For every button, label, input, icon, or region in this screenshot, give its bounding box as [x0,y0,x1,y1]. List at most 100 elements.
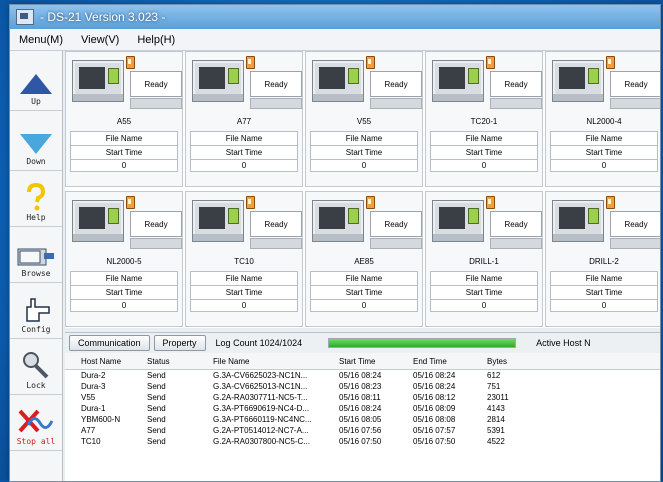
menu-menu[interactable]: Menu(M) [10,34,72,46]
host-count: 0 [310,299,418,312]
host-status: Ready [610,211,660,237]
up-button[interactable]: Up [10,51,62,111]
host-status: Ready [490,211,542,237]
host-start-time: Start Time [190,145,298,160]
log-file-name: G.3A-PT6660119-NC4NC... [213,415,312,424]
log-start-time: 05/16 08:24 [339,371,382,380]
lock-button[interactable]: Lock [10,339,62,395]
menu-view[interactable]: View(V) [72,34,128,46]
browse-button[interactable]: Browse [10,227,62,283]
log-status: Send [147,437,166,446]
host-name: A55 [116,117,132,126]
log-start-time: 05/16 08:05 [339,415,382,424]
log-host-name: Dura-1 [81,404,106,413]
machine-icon [312,200,364,242]
log-row[interactable]: Dura-2 Send G.3A-CV6625023-NC1N... 05/16 08… [65,370,660,381]
down-label: Down [26,157,46,166]
config-label: Config [21,325,51,334]
col-host-name[interactable]: Host Name [65,357,147,366]
host-tile[interactable]: Ready A55 File Name Start Time 0 [65,51,183,187]
host-name: V55 [356,117,372,126]
tab-communication[interactable]: Communication [69,335,150,351]
log-file-name: G.3A-CV6625023-NC1N... [213,371,308,380]
log-status: Send [147,404,166,413]
log-count: Log Count 1024/1024 [215,338,303,348]
help-button[interactable]: Help [10,171,62,227]
host-row: Ready NL2000-5 File Name Start Time 0 Ready TC… [65,191,660,329]
host-start-time: Start Time [430,145,538,160]
host-count: 0 [190,299,298,312]
host-file-name: File Name [550,271,658,286]
status-lamp-icon [126,56,135,69]
status-lamp-icon [606,196,615,209]
host-start-time: Start Time [310,145,418,160]
log-row[interactable]: Dura-3 Send G.3A-CV6625013-NC1N... 05/16 08… [65,381,660,392]
log-row[interactable]: Dura-1 Send G.3A-PT6690619-NC4-D... 05/16 0… [65,403,660,414]
host-tile[interactable]: Ready AE85 File Name Start Time 0 [305,191,423,327]
host-status: Ready [490,71,542,97]
folder-icon [17,248,54,266]
lock-label: Lock [26,381,46,390]
host-count: 0 [310,159,418,172]
config-button[interactable]: Config [10,283,62,339]
host-tile[interactable]: Ready DRILL-1 File Name Start Time 0 [425,191,543,327]
col-end-time[interactable]: End Time [405,357,481,366]
stop-all-button[interactable]: Stop all [10,395,62,451]
log-row[interactable]: TC10 Send G.2A-RA0307800-NC5-C... 05/16 07:… [65,436,660,447]
host-status: Ready [250,71,302,97]
host-name: NL2000-4 [586,117,622,126]
host-progress-bar [370,238,422,249]
status-lamp-icon [246,56,255,69]
host-status: Ready [610,71,660,97]
hand-pointer-icon [26,298,50,322]
host-tile[interactable]: Ready NL2000-5 File Name Start Time 0 [65,191,183,327]
host-tile[interactable]: Ready TC10 File Name Start Time 0 [185,191,303,327]
log-bytes: 2814 [487,415,505,424]
col-bytes[interactable]: Bytes [481,357,537,366]
down-arrow-icon [20,134,52,154]
menu-help[interactable]: Help(H) [128,34,184,46]
log-host-name: V55 [81,393,96,402]
log-bytes: 612 [487,371,501,380]
host-name: A77 [236,117,252,126]
log-row[interactable]: A77 Send G.2A-PT0514012-NC7-A... 05/16 07:5… [65,425,660,436]
log-row[interactable]: YBM600-N Send G.3A-PT6660119-NC4NC... 05/16… [65,414,660,425]
log-progress-bar [328,338,517,348]
help-label: Help [26,213,46,222]
window-title: - DS-21 Version 3.023 - [40,10,166,24]
log-status: Send [147,371,166,380]
col-start-time[interactable]: Start Time [331,357,405,366]
host-tile[interactable]: Ready DRILL-2 File Name Start Time 0 [545,191,660,327]
tab-property[interactable]: Property [153,335,206,351]
host-tile[interactable]: Ready TC20-1 File Name Start Time 0 [425,51,543,187]
log-file-name: G.3A-PT6690619-NC4-D... [213,404,310,413]
log-end-time: 05/16 07:57 [413,426,456,435]
log-end-time: 05/16 08:24 [413,371,456,380]
log-row[interactable]: V55 Send G.2A-RA0307711-NC5-T... 05/16 08:1… [65,392,660,403]
side-toolbar: Up Down Help Browse Config Lock Stop all [10,51,63,481]
log-host-name: Dura-3 [81,382,106,391]
menu-bar: Menu(M) View(V) Help(H) [10,29,660,51]
log-file-name: G.2A-PT0514012-NC7-A... [213,426,309,435]
col-status[interactable]: Status [147,357,213,366]
host-start-time: Start Time [310,285,418,300]
down-button[interactable]: Down [10,111,62,171]
host-start-time: Start Time [70,145,178,160]
status-lamp-icon [366,196,375,209]
host-start-time: Start Time [550,145,658,160]
log-file-name: G.3A-CV6625013-NC1N... [213,382,308,391]
host-tile[interactable]: Ready V55 File Name Start Time 0 [305,51,423,187]
stop-all-label: Stop all [16,437,56,446]
host-tile[interactable]: Ready A77 File Name Start Time 0 [185,51,303,187]
col-file-name[interactable]: File Name [213,357,331,366]
log-status: Send [147,393,166,402]
log-start-time: 05/16 07:56 [339,426,382,435]
host-tile[interactable]: Ready NL2000-4 File Name Start Time 0 [545,51,660,187]
browse-label: Browse [21,269,51,278]
log-start-time: 05/16 08:11 [339,393,381,402]
question-icon [27,183,46,211]
active-host-label: Active Host N [536,338,591,348]
machine-icon [552,200,604,242]
host-start-time: Start Time [430,285,538,300]
host-file-name: File Name [310,271,418,286]
